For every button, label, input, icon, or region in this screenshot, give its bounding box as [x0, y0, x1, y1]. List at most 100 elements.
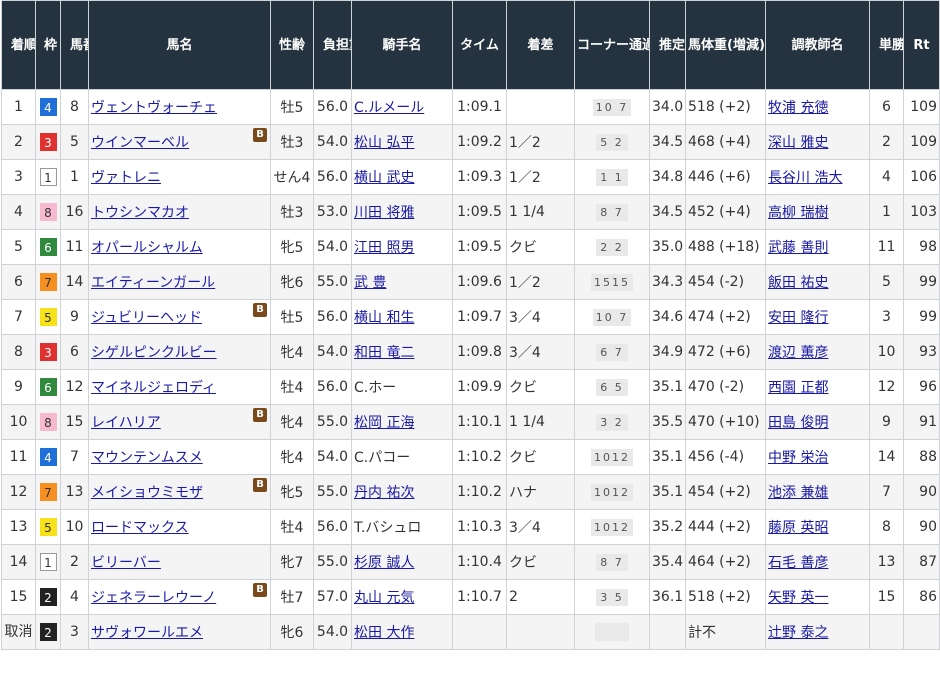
rating-cell: 109 — [903, 89, 940, 125]
trainer-cell: 辻野 泰之 — [765, 614, 870, 650]
last3f-cell: 34.0 — [649, 89, 686, 125]
weight-cell: 55.0 — [313, 474, 352, 510]
rank-value: 1 — [14, 99, 23, 115]
jockey-cell: C.ホー — [351, 369, 453, 405]
weight-cell: 54.0 — [313, 229, 352, 265]
jockey-cell: 川田 将雅 — [351, 194, 453, 230]
margin-cell: 1 1/4 — [506, 404, 575, 440]
sex-age-cell: 牡4 — [270, 369, 314, 405]
trainer-link[interactable]: 飯田 祐史 — [768, 275, 828, 291]
jockey-link[interactable]: 川田 将雅 — [354, 205, 414, 221]
horse-name-link[interactable]: マウンテンムスメ — [91, 450, 203, 466]
sex-age-cell: 牝5 — [270, 229, 314, 265]
jockey-link[interactable]: 武 豊 — [354, 275, 386, 291]
jockey-link[interactable]: 丹内 祐次 — [354, 485, 414, 501]
body-weight-cell: 464 (+2) — [685, 544, 766, 580]
trainer-link[interactable]: 長谷川 浩大 — [768, 170, 842, 186]
trainer-cell: 矢野 英一 — [765, 579, 870, 615]
popularity-cell: 15 — [869, 579, 904, 615]
trainer-link[interactable]: 石毛 善彦 — [768, 555, 828, 571]
corner-positions: 3 2 — [596, 413, 628, 431]
jockey-link[interactable]: 江田 照男 — [354, 240, 414, 256]
trainer-link[interactable]: 牧浦 充徳 — [768, 100, 828, 116]
popularity-cell: 5 — [869, 264, 904, 300]
trainer-link[interactable]: 渡辺 薫彦 — [768, 345, 828, 361]
jockey-link[interactable]: 横山 和生 — [354, 310, 414, 326]
horse-name-link[interactable]: ロードマックス — [91, 520, 189, 536]
body-weight-cell: 472 (+6) — [685, 334, 766, 370]
trainer-link[interactable]: 深山 雅史 — [768, 135, 828, 151]
waku-badge: 5 — [39, 518, 57, 536]
trainer-link[interactable]: 安田 隆行 — [768, 310, 828, 326]
body-weight-cell: 488 (+18) — [685, 229, 766, 265]
jockey-link[interactable]: 丸山 元気 — [354, 590, 414, 606]
trainer-link[interactable]: 西園 正都 — [768, 380, 828, 396]
table-row: 8 3 6 シゲルピンクルビー 牝4 54.0 和田 竜二 1:09.8 3／4 6 7 34.9 4… — [1, 334, 940, 370]
horse-name-link[interactable]: ジェネラーレウーノ — [91, 590, 216, 606]
jockey-link[interactable]: 杉原 誠人 — [354, 555, 414, 571]
waku-badge: 2 — [39, 623, 57, 641]
header-seirei: 性齢 — [270, 0, 314, 90]
trainer-link[interactable]: 田島 俊明 — [768, 415, 828, 431]
horse-name-link[interactable]: マイネルジェロディ — [91, 380, 216, 396]
last3f-cell: 34.5 — [649, 194, 686, 230]
jockey-link[interactable]: 松田 大作 — [354, 625, 414, 641]
horse-name-link[interactable]: シゲルピンクルビー — [91, 345, 217, 361]
trainer-link[interactable]: 辻野 泰之 — [768, 625, 828, 641]
horse-name-link[interactable]: ジュビリーヘッド — [91, 310, 202, 326]
trainer-link[interactable]: 中野 栄治 — [768, 450, 828, 466]
jockey-link[interactable]: 松岡 正海 — [354, 415, 414, 431]
jockey-link[interactable]: 横山 武史 — [354, 170, 414, 186]
rating-cell: 90 — [903, 474, 940, 510]
corner-cell: 1515 — [574, 264, 650, 300]
trainer-link[interactable]: 矢野 英一 — [768, 590, 828, 606]
weight-cell: 57.0 — [313, 579, 352, 615]
jockey-cell: 和田 竜二 — [351, 334, 453, 370]
margin-cell: 2 — [506, 579, 575, 615]
waku-badge: 7 — [39, 483, 57, 501]
jockey-cell: C.パコー — [351, 439, 453, 475]
last3f-cell: 35.1 — [649, 439, 686, 475]
trainer-link[interactable]: 武藤 善則 — [768, 240, 828, 256]
horse-name-link[interactable]: ヴェントヴォーチェ — [91, 100, 217, 116]
waku-cell: 5 — [35, 509, 61, 545]
horse-name-link[interactable]: メイショウミモザ — [91, 485, 203, 501]
header-umaban: 馬番 — [60, 0, 89, 90]
corner-positions: 1012 — [591, 518, 633, 536]
trainer-cell: 高柳 瑞樹 — [765, 194, 870, 230]
table-row: 3 1 1 ヴァトレニ せん4 56.0 横山 武史 1:09.3 1／2 1 1 34.8 446 … — [1, 159, 940, 195]
time-cell: 1:10.7 — [452, 579, 507, 615]
horse-name-link[interactable]: サヴォワールエメ — [91, 625, 203, 641]
horse-name-link[interactable]: エイティーンガール — [91, 275, 215, 291]
trainer-link[interactable]: 藤原 英昭 — [768, 520, 828, 536]
waku-cell: 4 — [35, 89, 61, 125]
jockey-cell: 江田 照男 — [351, 229, 453, 265]
time-cell: 1:10.4 — [452, 544, 507, 580]
horse-name-link[interactable]: ウインマーベル — [91, 135, 189, 151]
trainer-link[interactable]: 高柳 瑞樹 — [768, 205, 828, 221]
margin-cell: クビ — [506, 369, 575, 405]
horse-name-link[interactable]: オパールシャルム — [91, 240, 203, 256]
horse-name-link[interactable]: ヴァトレニ — [91, 170, 161, 186]
jockey-link[interactable]: 松山 弘平 — [354, 135, 414, 151]
corner-cell: 1012 — [574, 509, 650, 545]
popularity-cell: 3 — [869, 299, 904, 335]
rank-value: 3 — [14, 169, 23, 185]
rating-cell: 91 — [903, 404, 940, 440]
horse-name-link[interactable]: ビリーバー — [91, 555, 161, 571]
jockey-link[interactable]: C.ルメール — [354, 100, 424, 116]
horse-name-link[interactable]: レイハリア — [91, 415, 161, 431]
waku-badge: 1 — [39, 168, 57, 186]
time-cell: 1:10.3 — [452, 509, 507, 545]
popularity-cell: 9 — [869, 404, 904, 440]
waku-cell: 7 — [35, 264, 61, 300]
horse-cell: シゲルピンクルビー — [88, 334, 271, 370]
rank-value: 取消 — [4, 624, 33, 640]
horse-name-link[interactable]: トウシンマカオ — [91, 205, 189, 221]
jockey-link[interactable]: 和田 竜二 — [354, 345, 414, 361]
last3f-cell: 34.9 — [649, 334, 686, 370]
trainer-link[interactable]: 池添 兼雄 — [768, 485, 828, 501]
header-rt: Rt — [903, 0, 940, 90]
rank-value: 12 — [9, 484, 28, 500]
rank-cell: 7 — [1, 299, 36, 335]
